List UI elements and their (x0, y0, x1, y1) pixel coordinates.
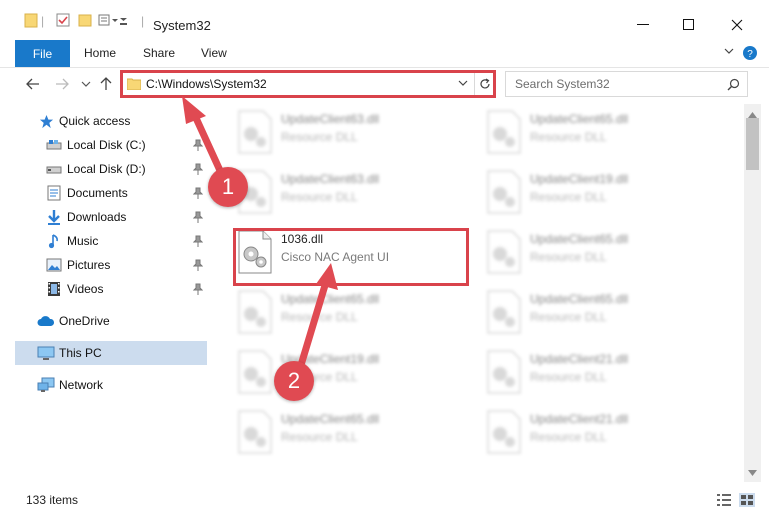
large-icons-view-icon[interactable] (739, 493, 755, 507)
step-1-marker: 1 (208, 167, 248, 207)
item-count: 133 items (26, 493, 79, 507)
status-bar: 133 items (0, 488, 769, 512)
step-2-marker: 2 (274, 361, 314, 401)
details-view-icon[interactable] (716, 493, 732, 507)
annotation-arrows (182, 96, 338, 389)
